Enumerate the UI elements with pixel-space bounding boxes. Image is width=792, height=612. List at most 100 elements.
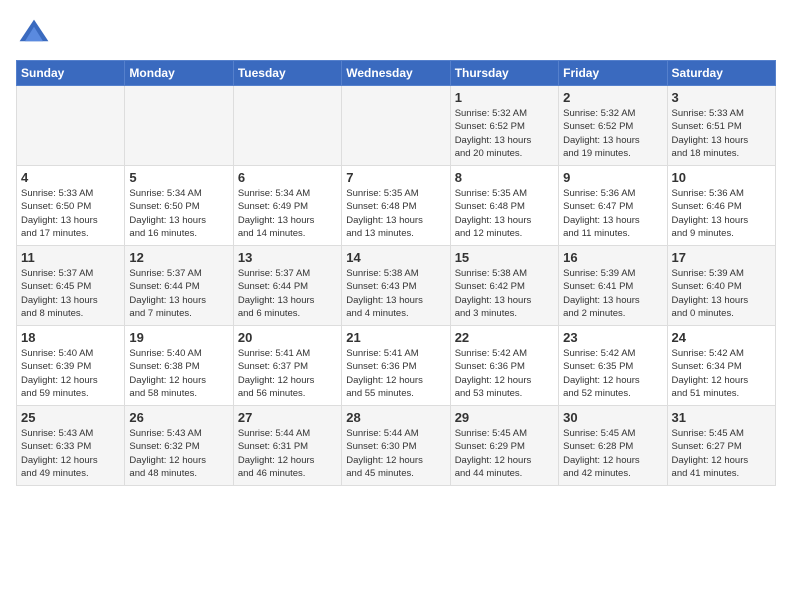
- day-info: Sunrise: 5:34 AM Sunset: 6:50 PM Dayligh…: [129, 187, 228, 240]
- day-number: 4: [21, 170, 120, 185]
- calendar-cell: 30 Sunrise: 5:45 AM Sunset: 6:28 PM Dayli…: [559, 406, 667, 486]
- day-info: Sunrise: 5:32 AM Sunset: 6:52 PM Dayligh…: [563, 107, 662, 160]
- day-info: Sunrise: 5:45 AM Sunset: 6:28 PM Dayligh…: [563, 427, 662, 480]
- calendar-cell: 9 Sunrise: 5:36 AM Sunset: 6:47 PM Daylig…: [559, 166, 667, 246]
- day-number: 11: [21, 250, 120, 265]
- day-number: 18: [21, 330, 120, 345]
- day-info: Sunrise: 5:42 AM Sunset: 6:35 PM Dayligh…: [563, 347, 662, 400]
- logo-icon: [16, 16, 52, 52]
- calendar-cell: 3Sunrise: 5:33 AM Sunset: 6:51 PM Daylig…: [667, 86, 775, 166]
- day-number: 25: [21, 410, 120, 425]
- day-info: Sunrise: 5:43 AM Sunset: 6:33 PM Dayligh…: [21, 427, 120, 480]
- day-number: 26: [129, 410, 228, 425]
- day-info: Sunrise: 5:40 AM Sunset: 6:38 PM Dayligh…: [129, 347, 228, 400]
- calendar-cell: 28Sunrise: 5:44 AM Sunset: 6:30 PM Dayli…: [342, 406, 450, 486]
- day-number: 13: [238, 250, 337, 265]
- calendar-cell: [125, 86, 233, 166]
- day-info: Sunrise: 5:44 AM Sunset: 6:30 PM Dayligh…: [346, 427, 445, 480]
- calendar-cell: 16 Sunrise: 5:39 AM Sunset: 6:41 PM Dayli…: [559, 246, 667, 326]
- calendar-cell: 18 Sunrise: 5:40 AM Sunset: 6:39 PM Dayli…: [17, 326, 125, 406]
- calendar-week-5: 25 Sunrise: 5:43 AM Sunset: 6:33 PM Dayli…: [17, 406, 776, 486]
- calendar-cell: 11Sunrise: 5:37 AM Sunset: 6:45 PM Dayli…: [17, 246, 125, 326]
- day-number: 17: [672, 250, 771, 265]
- day-number: 21: [346, 330, 445, 345]
- calendar-cell: 2 Sunrise: 5:32 AM Sunset: 6:52 PM Daylig…: [559, 86, 667, 166]
- calendar-cell: 22 Sunrise: 5:42 AM Sunset: 6:36 PM Dayli…: [450, 326, 558, 406]
- calendar-cell: [233, 86, 341, 166]
- day-info: Sunrise: 5:42 AM Sunset: 6:34 PM Dayligh…: [672, 347, 771, 400]
- day-number: 1: [455, 90, 554, 105]
- day-info: Sunrise: 5:45 AM Sunset: 6:29 PM Dayligh…: [455, 427, 554, 480]
- day-number: 5: [129, 170, 228, 185]
- day-number: 10: [672, 170, 771, 185]
- day-info: Sunrise: 5:37 AM Sunset: 6:44 PM Dayligh…: [238, 267, 337, 320]
- weekday-header-wednesday: Wednesday: [342, 61, 450, 86]
- calendar-cell: [342, 86, 450, 166]
- day-number: 29: [455, 410, 554, 425]
- page-header: [16, 16, 776, 52]
- calendar-cell: 19 Sunrise: 5:40 AM Sunset: 6:38 PM Dayli…: [125, 326, 233, 406]
- day-number: 24: [672, 330, 771, 345]
- calendar-cell: 4 Sunrise: 5:33 AM Sunset: 6:50 PM Daylig…: [17, 166, 125, 246]
- calendar-cell: 7Sunrise: 5:35 AM Sunset: 6:48 PM Daylig…: [342, 166, 450, 246]
- calendar-week-2: 4 Sunrise: 5:33 AM Sunset: 6:50 PM Daylig…: [17, 166, 776, 246]
- weekday-header-thursday: Thursday: [450, 61, 558, 86]
- logo: [16, 16, 56, 52]
- calendar-cell: 14 Sunrise: 5:38 AM Sunset: 6:43 PM Dayli…: [342, 246, 450, 326]
- weekday-header-sunday: Sunday: [17, 61, 125, 86]
- day-number: 12: [129, 250, 228, 265]
- calendar-cell: 6 Sunrise: 5:34 AM Sunset: 6:49 PM Daylig…: [233, 166, 341, 246]
- day-number: 16: [563, 250, 662, 265]
- calendar-week-4: 18 Sunrise: 5:40 AM Sunset: 6:39 PM Dayli…: [17, 326, 776, 406]
- calendar-cell: 8Sunrise: 5:35 AM Sunset: 6:48 PM Daylig…: [450, 166, 558, 246]
- day-info: Sunrise: 5:43 AM Sunset: 6:32 PM Dayligh…: [129, 427, 228, 480]
- calendar-cell: 13 Sunrise: 5:37 AM Sunset: 6:44 PM Dayli…: [233, 246, 341, 326]
- day-number: 9: [563, 170, 662, 185]
- day-number: 7: [346, 170, 445, 185]
- calendar-cell: 26 Sunrise: 5:43 AM Sunset: 6:32 PM Dayli…: [125, 406, 233, 486]
- day-info: Sunrise: 5:34 AM Sunset: 6:49 PM Dayligh…: [238, 187, 337, 240]
- day-number: 31: [672, 410, 771, 425]
- calendar-cell: 12 Sunrise: 5:37 AM Sunset: 6:44 PM Dayli…: [125, 246, 233, 326]
- day-info: Sunrise: 5:41 AM Sunset: 6:36 PM Dayligh…: [346, 347, 445, 400]
- calendar-cell: 27Sunrise: 5:44 AM Sunset: 6:31 PM Dayli…: [233, 406, 341, 486]
- day-info: Sunrise: 5:38 AM Sunset: 6:42 PM Dayligh…: [455, 267, 554, 320]
- day-info: Sunrise: 5:45 AM Sunset: 6:27 PM Dayligh…: [672, 427, 771, 480]
- day-info: Sunrise: 5:39 AM Sunset: 6:41 PM Dayligh…: [563, 267, 662, 320]
- day-info: Sunrise: 5:36 AM Sunset: 6:46 PM Dayligh…: [672, 187, 771, 240]
- day-info: Sunrise: 5:33 AM Sunset: 6:50 PM Dayligh…: [21, 187, 120, 240]
- calendar-cell: 21 Sunrise: 5:41 AM Sunset: 6:36 PM Dayli…: [342, 326, 450, 406]
- day-info: Sunrise: 5:40 AM Sunset: 6:39 PM Dayligh…: [21, 347, 120, 400]
- calendar-cell: 17 Sunrise: 5:39 AM Sunset: 6:40 PM Dayli…: [667, 246, 775, 326]
- calendar-cell: 31 Sunrise: 5:45 AM Sunset: 6:27 PM Dayli…: [667, 406, 775, 486]
- day-number: 19: [129, 330, 228, 345]
- day-info: Sunrise: 5:42 AM Sunset: 6:36 PM Dayligh…: [455, 347, 554, 400]
- weekday-row: SundayMondayTuesdayWednesdayThursdayFrid…: [17, 61, 776, 86]
- day-info: Sunrise: 5:36 AM Sunset: 6:47 PM Dayligh…: [563, 187, 662, 240]
- weekday-header-friday: Friday: [559, 61, 667, 86]
- calendar-cell: 25 Sunrise: 5:43 AM Sunset: 6:33 PM Dayli…: [17, 406, 125, 486]
- weekday-header-monday: Monday: [125, 61, 233, 86]
- day-number: 8: [455, 170, 554, 185]
- day-number: 23: [563, 330, 662, 345]
- day-number: 2: [563, 90, 662, 105]
- calendar-cell: 1 Sunrise: 5:32 AM Sunset: 6:52 PM Daylig…: [450, 86, 558, 166]
- day-number: 6: [238, 170, 337, 185]
- calendar-cell: 5 Sunrise: 5:34 AM Sunset: 6:50 PM Daylig…: [125, 166, 233, 246]
- calendar-cell: 29 Sunrise: 5:45 AM Sunset: 6:29 PM Dayli…: [450, 406, 558, 486]
- day-number: 22: [455, 330, 554, 345]
- day-number: 15: [455, 250, 554, 265]
- day-info: Sunrise: 5:44 AM Sunset: 6:31 PM Dayligh…: [238, 427, 337, 480]
- day-info: Sunrise: 5:32 AM Sunset: 6:52 PM Dayligh…: [455, 107, 554, 160]
- day-number: 3: [672, 90, 771, 105]
- day-info: Sunrise: 5:37 AM Sunset: 6:44 PM Dayligh…: [129, 267, 228, 320]
- day-info: Sunrise: 5:38 AM Sunset: 6:43 PM Dayligh…: [346, 267, 445, 320]
- weekday-header-saturday: Saturday: [667, 61, 775, 86]
- day-info: Sunrise: 5:39 AM Sunset: 6:40 PM Dayligh…: [672, 267, 771, 320]
- calendar-cell: 24 Sunrise: 5:42 AM Sunset: 6:34 PM Dayli…: [667, 326, 775, 406]
- calendar-body: 1 Sunrise: 5:32 AM Sunset: 6:52 PM Daylig…: [17, 86, 776, 486]
- day-number: 30: [563, 410, 662, 425]
- calendar-cell: 15 Sunrise: 5:38 AM Sunset: 6:42 PM Dayli…: [450, 246, 558, 326]
- day-number: 14: [346, 250, 445, 265]
- calendar-week-3: 11Sunrise: 5:37 AM Sunset: 6:45 PM Dayli…: [17, 246, 776, 326]
